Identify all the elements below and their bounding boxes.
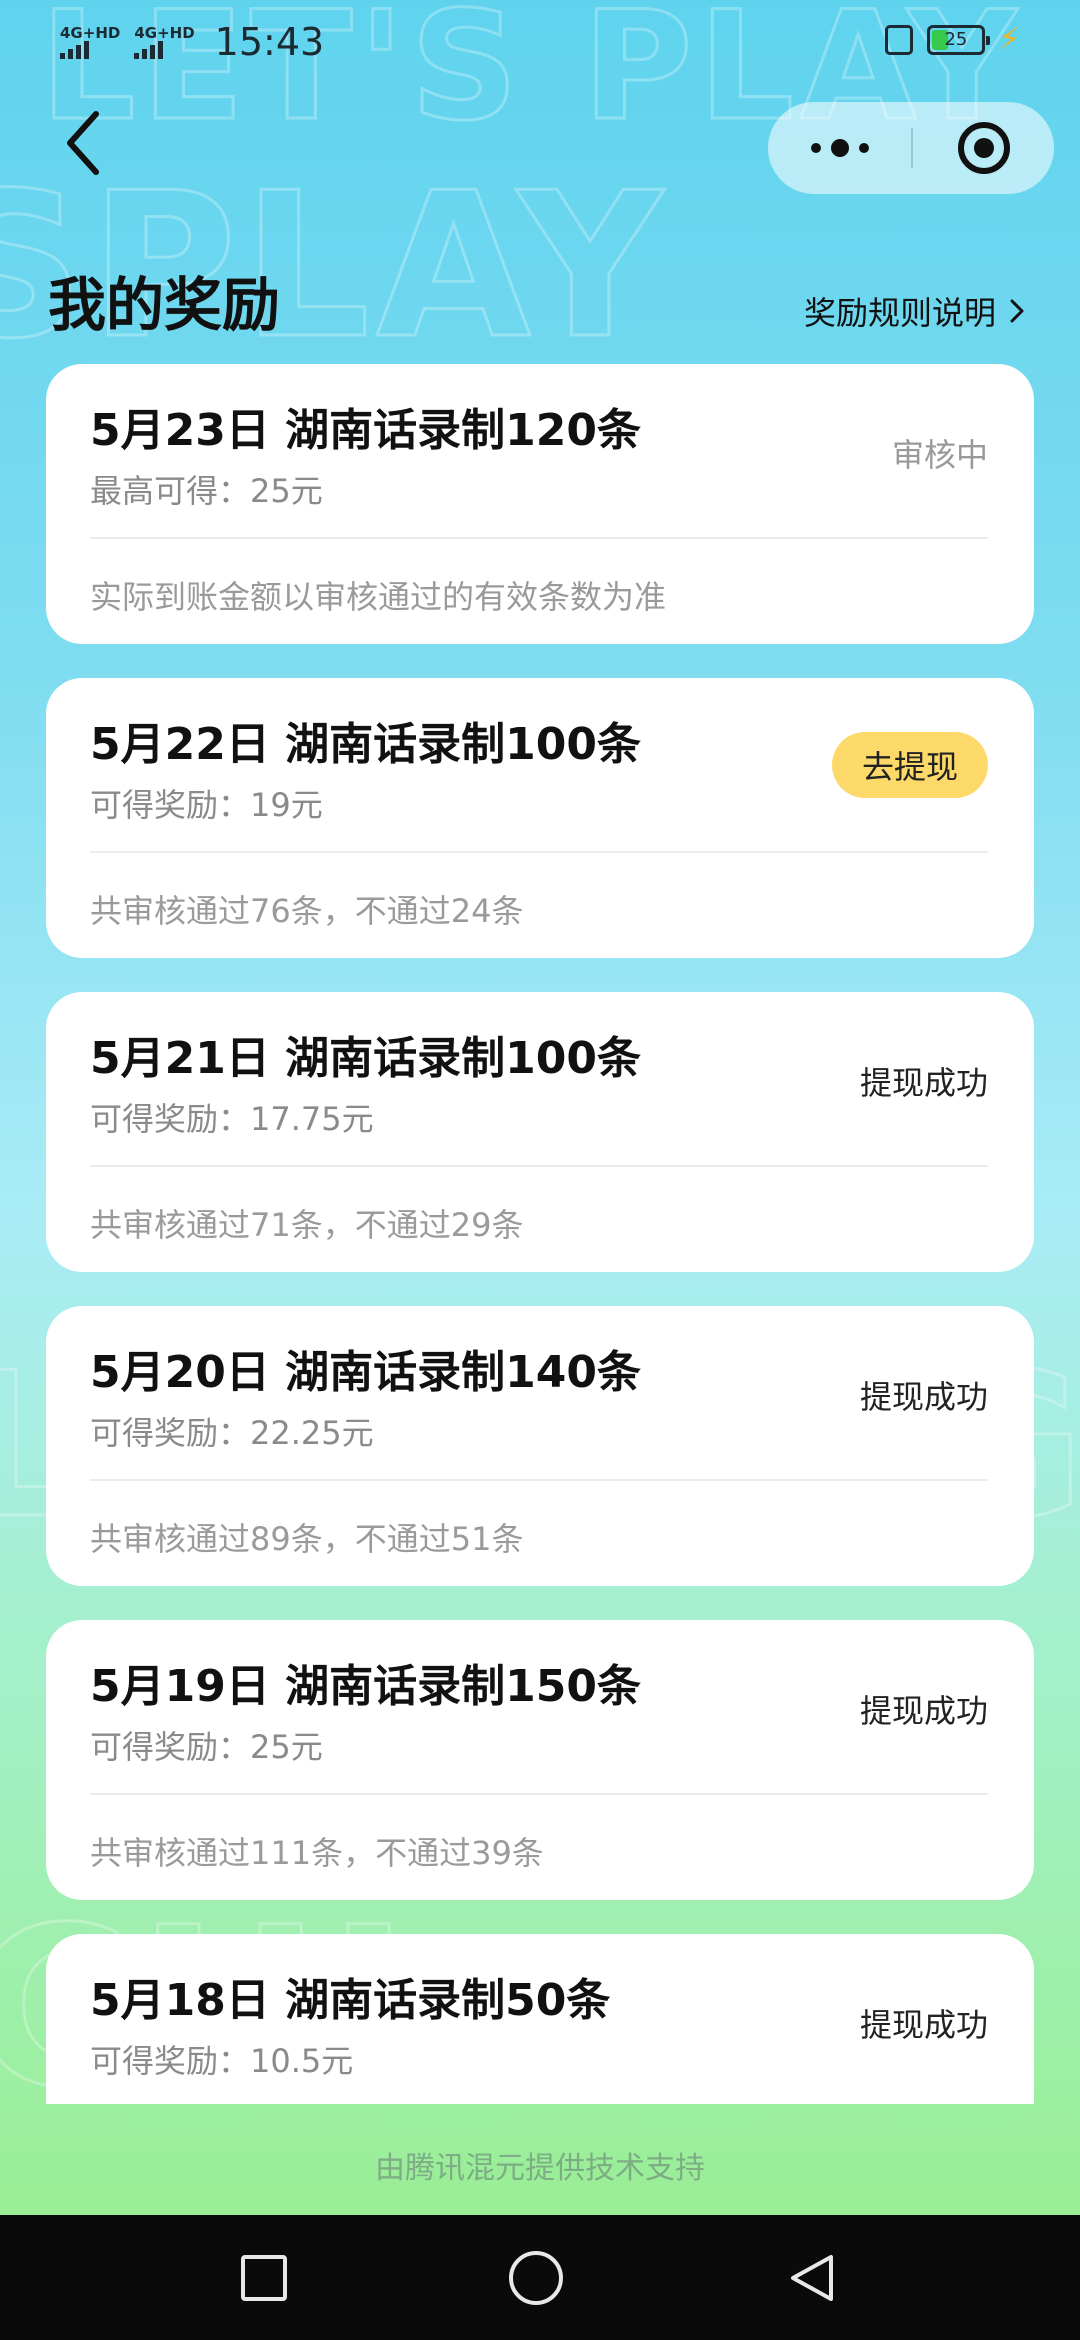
review-note: 共审核通过89条，不通过51条 bbox=[90, 1520, 524, 1558]
reward-title: 5月19日 湖南话录制150条 bbox=[90, 1661, 642, 1712]
more-dots-icon bbox=[830, 139, 849, 157]
back-triangle-button[interactable] bbox=[785, 2251, 839, 2305]
more-dots-icon bbox=[858, 143, 869, 153]
status-label: 提现成功 bbox=[859, 1692, 988, 1730]
battery-level: 25 bbox=[944, 29, 968, 50]
close-miniprogram-button[interactable] bbox=[913, 102, 1054, 194]
reward-amount: 可得奖励：22.25元 bbox=[90, 1414, 374, 1452]
divider bbox=[90, 537, 988, 539]
rules-link-label: 奖励规则说明 bbox=[803, 294, 996, 332]
page-title: 我的奖励 bbox=[48, 271, 281, 339]
network-type-label: 4G+HD bbox=[134, 24, 195, 42]
status-label: 提现成功 bbox=[859, 1064, 988, 1102]
charging-icon: ⚡ bbox=[998, 22, 1020, 57]
divider bbox=[90, 1793, 988, 1795]
review-note: 实际到账金额以审核通过的有效条数为准 bbox=[90, 578, 667, 616]
reward-amount: 可得奖励：17.75元 bbox=[90, 1100, 374, 1138]
reward-title: 5月21日 湖南话录制100条 bbox=[90, 1033, 642, 1084]
back-button[interactable] bbox=[56, 108, 112, 178]
miniprogram-capsule bbox=[768, 102, 1054, 194]
reward-amount: 最高可得：25元 bbox=[90, 472, 323, 510]
chevron-right-icon bbox=[1010, 299, 1024, 323]
reward-amount: 可得奖励：19元 bbox=[90, 786, 323, 824]
divider bbox=[90, 1165, 988, 1167]
reward-title: 5月18日 湖南话录制50条 bbox=[90, 1975, 611, 2026]
status-label: 审核中 bbox=[891, 436, 988, 474]
divider bbox=[90, 851, 988, 853]
clock: 15:43 bbox=[214, 20, 325, 64]
more-button[interactable] bbox=[768, 102, 911, 194]
reward-amount: 可得奖励：10.5元 bbox=[90, 2042, 354, 2080]
reward-card[interactable]: 5月21日 湖南话录制100条 可得奖励：17.75元 提现成功 共审核通过71… bbox=[46, 992, 1034, 1272]
signal-icon bbox=[134, 41, 164, 59]
rules-link[interactable]: 奖励规则说明 bbox=[804, 288, 1026, 334]
status-icons: 25 ⚡ bbox=[884, 22, 1020, 57]
network-indicator-2: 4G+HD bbox=[134, 24, 195, 59]
network-type-label: 4G+HD bbox=[60, 24, 121, 42]
reward-title: 5月22日 湖南话录制100条 bbox=[90, 719, 642, 770]
recent-apps-button[interactable] bbox=[241, 2254, 287, 2301]
review-note: 共审核通过71条，不通过29条 bbox=[90, 1206, 524, 1244]
home-button[interactable] bbox=[509, 2250, 563, 2305]
status-label: 提现成功 bbox=[859, 2006, 988, 2044]
more-dots-icon bbox=[810, 143, 821, 153]
reward-title: 5月20日 湖南话录制140条 bbox=[90, 1347, 642, 1398]
reward-card[interactable]: 5月20日 湖南话录制140条 可得奖励：22.25元 提现成功 共审核通过89… bbox=[46, 1306, 1034, 1586]
system-nav-bar bbox=[0, 2215, 1080, 2340]
chevron-left-icon bbox=[67, 111, 99, 175]
reward-card[interactable]: 5月18日 湖南话录制50条 可得奖励：10.5元 提现成功 bbox=[46, 1934, 1034, 2104]
reward-card[interactable]: 5月19日 湖南话录制150条 可得奖励：25元 提现成功 共审核通过111条，… bbox=[46, 1620, 1034, 1900]
signal-icon bbox=[60, 41, 89, 59]
status-bar: 4G+HD 4G+HD 15:43 25 ⚡ bbox=[0, 0, 1080, 84]
review-note: 共审核通过111条，不通过39条 bbox=[90, 1834, 544, 1872]
target-icon bbox=[957, 122, 1010, 174]
reward-card[interactable]: 5月23日 湖南话录制120条 最高可得：25元 审核中 实际到账金额以审核通过… bbox=[46, 364, 1034, 644]
battery-icon: 25 bbox=[926, 24, 990, 55]
status-label: 提现成功 bbox=[859, 1378, 988, 1416]
withdraw-button[interactable]: 去提现 bbox=[831, 732, 988, 798]
reward-title: 5月23日 湖南话录制120条 bbox=[90, 405, 642, 456]
reward-card[interactable]: 5月22日 湖南话录制100条 可得奖励：19元 去提现 共审核通过76条，不通… bbox=[46, 678, 1034, 958]
powered-by-footer: 由腾讯混元提供技术支持 bbox=[375, 2151, 705, 2186]
review-note: 共审核通过76条，不通过24条 bbox=[90, 892, 524, 930]
vibrate-icon bbox=[884, 24, 913, 55]
network-indicator-1: 4G+HD bbox=[60, 25, 120, 59]
divider bbox=[90, 1479, 988, 1481]
reward-amount: 可得奖励：25元 bbox=[90, 1728, 323, 1766]
